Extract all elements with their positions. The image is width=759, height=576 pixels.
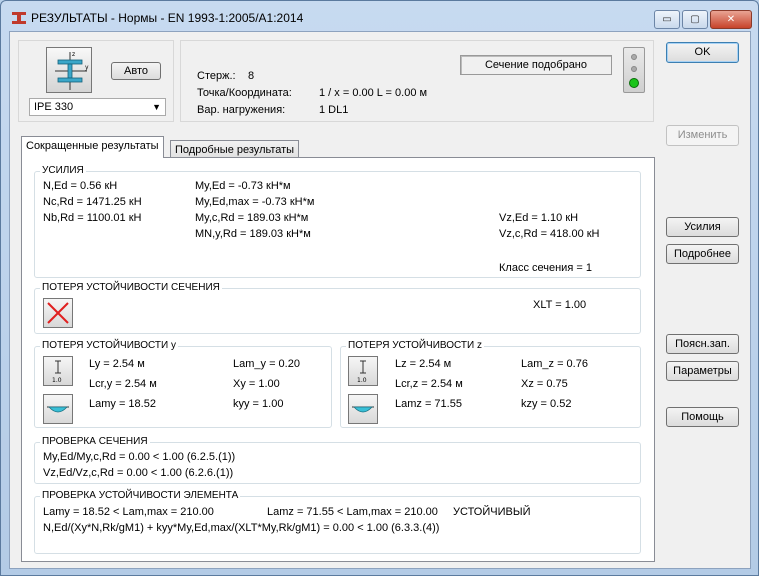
buckling-y-value: Ly = 2.54 м — [89, 358, 145, 370]
buckling-z-group: ПОТЕРЯ УСТОЙЧИВОСТИ z 1.0 Lz = 2.54 м Lc… — [340, 340, 641, 428]
buckling-length-y-button[interactable]: 1.0 — [43, 356, 73, 386]
chevron-down-icon: ▼ — [152, 102, 161, 112]
forces-value: Vz,Ed = 1.10 кН — [499, 212, 579, 224]
dialog-client: z y Авто IPE 330 ▼ Стерж.: 8 Точка/Коорд… — [9, 31, 751, 569]
point-label: Точка/Координата: — [197, 87, 292, 99]
member-check-verdict: УСТОЙЧИВЫЙ — [453, 506, 531, 518]
minimize-icon: ▭ — [662, 14, 672, 25]
lateral-title: ПОТЕРЯ УСТОЙЧИВОСТИ СЕЧЕНИЯ — [40, 282, 222, 293]
section-shape-button[interactable]: z y — [46, 47, 92, 93]
help-button[interactable]: Помощь — [666, 407, 739, 427]
buckling-y-group: ПОТЕРЯ УСТОЙЧИВОСТИ y 1.0 Ly = 2.54 м Lc… — [34, 340, 332, 428]
svg-text:z: z — [72, 51, 75, 58]
point-value: 1 / x = 0.00 L = 0.00 м — [319, 87, 428, 99]
buckling-z-value: kzy = 0.52 — [521, 398, 572, 410]
member-check-formula: N,Ed/(Xy*N,Rk/gM1) + kyy*My,Ed,max/(XLT*… — [43, 522, 440, 534]
load-case-value: 1 DL1 — [319, 104, 349, 116]
buckling-y-value: Lam_y = 0.20 — [233, 358, 300, 370]
buckling-y-value: Lcr,y = 2.54 м — [89, 378, 157, 390]
buckling-z-value: Lcr,z = 2.54 м — [395, 378, 463, 390]
maximize-button[interactable]: ▢ — [682, 10, 708, 29]
close-icon: ✕ — [726, 14, 736, 25]
change-button[interactable]: Изменить — [666, 125, 739, 146]
buckling-curve-icon — [352, 406, 374, 413]
lateral-group: ПОТЕРЯ УСТОЙЧИВОСТИ СЕЧЕНИЯ XLT = 1.00 — [34, 282, 641, 334]
load-case-label: Вар. нагружения: — [197, 104, 286, 116]
buckling-z-value: Lz = 2.54 м — [395, 358, 452, 370]
buckling-y-title: ПОТЕРЯ УСТОЙЧИВОСТИ y — [40, 340, 178, 351]
notes-button[interactable]: Поясн.зап. — [666, 334, 739, 354]
tab-short-results[interactable]: Сокращенные результаты — [21, 136, 164, 158]
ok-button[interactable]: OK — [666, 42, 739, 63]
forces-value: Nc,Rd = 1471.25 кН — [43, 196, 142, 208]
forces-value: My,c,Rd = 189.03 кН*м — [195, 212, 309, 224]
forces-title: УСИЛИЯ — [40, 165, 86, 176]
buckling-z-value: Lamz = 71.55 — [395, 398, 462, 410]
section-class: Класс сечения = 1 — [499, 262, 592, 274]
section-check-group: ПРОВЕРКА СЕЧЕНИЯ My,Ed/My,c,Rd = 0.00 < … — [34, 436, 641, 484]
forces-value: My,Ed,max = -0.73 кН*м — [195, 196, 315, 208]
section-check-line: Vz,Ed/Vz,c,Rd = 0.00 < 1.00 (6.2.6.(1)) — [43, 467, 234, 479]
buckling-curve-icon — [47, 406, 69, 413]
parameters-button[interactable]: Параметры — [666, 361, 739, 381]
i-beam-icon: z y — [55, 51, 89, 90]
forces-value: N,Ed = 0.56 кН — [43, 180, 118, 192]
app-logo-icon — [12, 12, 26, 24]
details-button[interactable]: Подробнее — [666, 244, 739, 264]
info-panel: Стерж.: 8 Точка/Координата: 1 / x = 0.00… — [180, 40, 654, 122]
profile-select-value: IPE 330 — [34, 101, 74, 113]
results-window: РЕЗУЛЬТАТЫ - Нормы - EN 1993-1:2005/A1:2… — [0, 0, 759, 576]
forces-value: Vz,c,Rd = 418.00 кН — [499, 228, 600, 240]
close-button[interactable]: ✕ — [710, 10, 752, 29]
column-icon: 1.0 — [357, 360, 367, 384]
buckling-y-value: Xy = 1.00 — [233, 378, 280, 390]
forces-value: My,Ed = -0.73 кН*м — [195, 180, 291, 192]
section-check-line: My,Ed/My,c,Rd = 0.00 < 1.00 (6.2.5.(1)) — [43, 451, 236, 463]
buckling-y-value: Lamy = 18.52 — [89, 398, 156, 410]
indicator-dot-mid — [631, 66, 637, 72]
maximize-icon: ▢ — [690, 14, 700, 25]
member-value: 8 — [248, 70, 255, 82]
member-check-title: ПРОВЕРКА УСТОЙЧИВОСТИ ЭЛЕМЕНТА — [40, 490, 241, 501]
column-icon: 1.0 — [52, 360, 62, 384]
auto-button[interactable]: Авто — [111, 62, 161, 80]
forces-group: УСИЛИЯ N,Ed = 0.56 кН Nc,Rd = 1471.25 кН… — [34, 165, 641, 278]
indicator-dot-top — [631, 54, 637, 60]
buckling-coef-y: 1.0 — [52, 377, 62, 384]
buckling-coef-z: 1.0 — [357, 377, 367, 384]
forces-value: MN,y,Rd = 189.03 кН*м — [195, 228, 311, 240]
status-field: Сечение подобрано — [460, 55, 612, 75]
title-bar[interactable]: РЕЗУЛЬТАТЫ - Нормы - EN 1993-1:2005/A1:2… — [1, 1, 758, 35]
no-lateral-icon[interactable] — [43, 298, 73, 328]
section-panel: z y Авто IPE 330 ▼ — [18, 40, 174, 122]
window-title: РЕЗУЛЬТАТЫ - Нормы - EN 1993-1:2005/A1:2… — [31, 11, 304, 25]
buckling-length-z-button[interactable]: 1.0 — [348, 356, 378, 386]
member-check-group: ПРОВЕРКА УСТОЙЧИВОСТИ ЭЛЕМЕНТА Lamy = 18… — [34, 490, 641, 554]
buckling-z-title: ПОТЕРЯ УСТОЙЧИВОСТИ z — [346, 340, 484, 351]
forces-value: Nb,Rd = 1100.01 кН — [43, 212, 142, 224]
red-x-icon — [47, 302, 69, 324]
member-label: Стерж.: — [197, 70, 236, 82]
member-check-lamz: Lamz = 71.55 < Lam,max = 210.00 — [267, 506, 438, 518]
xlt-value: XLT = 1.00 — [533, 299, 587, 311]
buckling-z-value: Lam_z = 0.76 — [521, 358, 588, 370]
tab-content: УСИЛИЯ N,Ed = 0.56 кН Nc,Rd = 1471.25 кН… — [21, 157, 655, 562]
status-indicator — [623, 47, 645, 93]
section-check-title: ПРОВЕРКА СЕЧЕНИЯ — [40, 436, 150, 447]
svg-text:y: y — [85, 64, 89, 71]
buckling-z-value: Xz = 0.75 — [521, 378, 568, 390]
profile-select[interactable]: IPE 330 ▼ — [29, 98, 166, 116]
indicator-dot-green — [629, 78, 639, 88]
buckling-y-value: kyy = 1.00 — [233, 398, 284, 410]
buckling-diagram-z-button[interactable] — [348, 394, 378, 424]
forces-button[interactable]: Усилия — [666, 217, 739, 237]
minimize-button[interactable]: ▭ — [654, 10, 680, 29]
member-check-lamy: Lamy = 18.52 < Lam,max = 210.00 — [43, 506, 214, 518]
buckling-diagram-y-button[interactable] — [43, 394, 73, 424]
